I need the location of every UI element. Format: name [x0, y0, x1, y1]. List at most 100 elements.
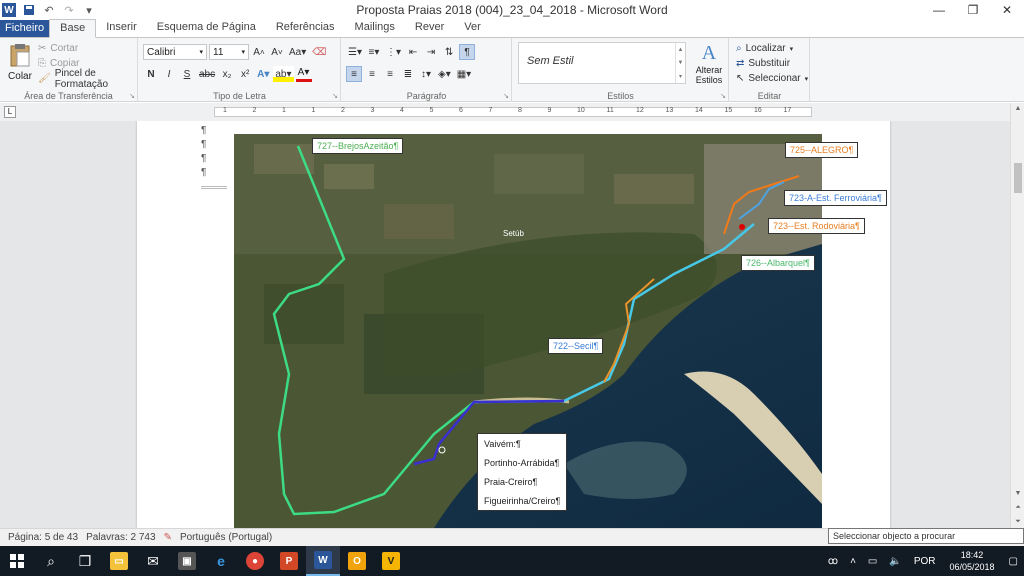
strikethrough-button[interactable]: abc — [197, 66, 217, 82]
scroll-down-icon[interactable]: ▼ — [678, 60, 684, 66]
outlook-icon[interactable]: O — [340, 546, 374, 576]
paste-button[interactable]: Colar — [6, 42, 34, 82]
align-right-icon[interactable]: ≡ — [382, 66, 398, 82]
powerpoint-icon[interactable]: P — [272, 546, 306, 576]
increase-indent-icon[interactable]: ⇥ — [423, 44, 439, 60]
page-count[interactable]: Página: 5 de 43 — [8, 532, 78, 543]
justify-icon[interactable]: ≣ — [400, 66, 416, 82]
font-color-icon[interactable]: A▾ — [295, 66, 312, 82]
tab-selector-icon[interactable]: L — [4, 106, 16, 118]
font-launcher-icon[interactable]: ↘ — [332, 92, 338, 100]
styles-scroll[interactable]: ▲ ▼ ▾ — [675, 43, 685, 83]
tab-view[interactable]: Ver — [454, 19, 491, 37]
italic-button[interactable]: I — [161, 66, 177, 82]
label-route-727[interactable]: 727--BrejosAzeitão¶ — [312, 138, 404, 154]
previous-page-icon[interactable]: ⏶ — [1011, 502, 1024, 514]
scroll-up-icon[interactable]: ▲ — [1011, 103, 1024, 115]
bold-button[interactable]: N — [143, 66, 159, 82]
label-route-723[interactable]: 723--Est. Rodoviária¶ — [768, 218, 865, 234]
font-size-combo[interactable]: 11 ▾ — [209, 44, 249, 60]
tab-review[interactable]: Rever — [405, 19, 454, 37]
subscript-button[interactable]: x₂ — [219, 66, 235, 82]
paragraph-launcher-icon[interactable]: ↘ — [503, 92, 509, 100]
close-button[interactable]: ✕ — [990, 0, 1024, 20]
tab-references[interactable]: Referências — [266, 19, 345, 37]
text-effects-icon[interactable]: A▾ — [255, 66, 271, 82]
scroll-down-icon[interactable]: ▼ — [1011, 488, 1024, 500]
more-styles-icon[interactable]: ▾ — [679, 73, 682, 80]
save-icon[interactable] — [22, 3, 36, 17]
replace-button[interactable]: ⇄ Substituir — [736, 56, 808, 71]
vertical-scrollbar[interactable]: ▲ ▼ ⏶ ⏷ — [1010, 103, 1024, 528]
borders-icon[interactable]: ▦▾ — [455, 66, 473, 82]
style-no-spacing[interactable]: Sem Estil — [527, 55, 573, 67]
redo-icon[interactable]: ↷ — [62, 3, 76, 17]
chrome-icon[interactable]: ● — [238, 546, 272, 576]
next-page-icon[interactable]: ⏷ — [1011, 516, 1024, 528]
show-marks-icon[interactable]: ¶ — [459, 44, 476, 60]
label-route-723a[interactable]: 723-A-Est. Ferroviária¶ — [784, 190, 887, 206]
customize-qat-icon[interactable]: ▾ — [82, 3, 96, 17]
word-icon[interactable]: W — [306, 546, 340, 576]
shrink-font-button[interactable]: A ˅ — [269, 44, 285, 60]
align-center-icon[interactable]: ≡ — [364, 66, 380, 82]
grow-font-button[interactable]: A ˄ — [251, 44, 267, 60]
store-icon[interactable]: ▣ — [170, 546, 204, 576]
select-button[interactable]: ↖ Seleccionar ▾ — [736, 71, 808, 86]
find-button[interactable]: ⌕ Localizar ▾ — [736, 41, 808, 56]
underline-button[interactable]: S — [179, 66, 195, 82]
word-count[interactable]: Palavras: 2 743 — [86, 532, 156, 543]
superscript-button[interactable]: x² — [237, 66, 253, 82]
line-spacing-icon[interactable]: ↕▾ — [418, 66, 434, 82]
vaivem-info-box[interactable]: Vaivém:¶ Portinho-Arrábida¶ Praia-Creiro… — [477, 433, 567, 511]
show-hidden-icons-icon[interactable]: ˄ — [844, 556, 862, 567]
decrease-indent-icon[interactable]: ⇤ — [405, 44, 421, 60]
tab-mailings[interactable]: Mailings — [345, 19, 405, 37]
language-indicator[interactable]: Português (Portugal) — [180, 532, 272, 543]
styles-gallery[interactable]: Sem Estil ▲ ▼ ▾ — [518, 42, 686, 84]
restore-button[interactable]: ❐ — [956, 0, 990, 20]
notifications-icon[interactable]: ▢ — [1003, 556, 1024, 567]
tab-file[interactable]: Ficheiro — [0, 20, 50, 37]
word-app-icon[interactable]: W — [2, 3, 16, 17]
shading-icon[interactable]: ◈▾ — [436, 66, 453, 82]
format-painter-button[interactable]: 🖌 Pincel de Formatação — [38, 68, 137, 90]
tab-home[interactable]: Base — [49, 19, 97, 38]
spelling-icon[interactable]: ✎ — [164, 532, 172, 543]
clock[interactable]: 18:42 06/05/2018 — [942, 549, 1003, 573]
tab-insert[interactable]: Inserir — [96, 19, 147, 37]
minimize-button[interactable]: — — [922, 0, 956, 20]
people-icon[interactable]: ꝏ — [822, 556, 844, 567]
start-icon[interactable] — [0, 546, 34, 576]
label-route-726[interactable]: 726--Albarquel¶ — [741, 255, 815, 271]
scrollbar-thumb[interactable] — [1014, 163, 1022, 193]
horizontal-ruler[interactable]: 1 2 1 1 2 3 4 5 6 7 8 9 10 11 12 13 14 15 16 17 — [214, 107, 812, 117]
undo-icon[interactable]: ↶ — [42, 3, 56, 17]
mail-icon[interactable]: ✉ — [136, 546, 170, 576]
file-explorer-icon[interactable]: ▭ — [102, 546, 136, 576]
label-route-722[interactable]: 722--Secil¶ — [548, 338, 604, 354]
highlight-icon[interactable]: ab▾ — [273, 66, 294, 82]
clear-formatting-icon[interactable]: ⌫ — [310, 44, 328, 60]
align-left-icon[interactable]: ≡ — [346, 66, 362, 82]
font-name-combo[interactable]: Calibri ▾ — [143, 44, 207, 60]
task-view-icon[interactable]: ❐ — [68, 546, 102, 576]
change-case-button[interactable]: Aa▾ — [287, 44, 308, 60]
edge-icon[interactable]: e — [204, 546, 238, 576]
volume-icon[interactable]: 🔈 — [883, 556, 907, 567]
cut-button[interactable]: ✂ Cortar — [38, 41, 137, 56]
styles-launcher-icon[interactable]: ↘ — [720, 92, 726, 100]
network-icon[interactable]: ▭ — [862, 556, 883, 567]
label-route-725[interactable]: 725--ALEGRO¶ — [785, 142, 859, 158]
multilevel-list-icon[interactable]: ⋮▾ — [384, 44, 403, 60]
bullets-icon[interactable]: ☰▾ — [346, 44, 364, 60]
scroll-up-icon[interactable]: ▲ — [678, 47, 684, 53]
input-language[interactable]: POR — [908, 556, 942, 567]
numbering-icon[interactable]: ≡▾ — [366, 44, 382, 60]
vectorworks-icon[interactable]: V — [374, 546, 408, 576]
sort-icon[interactable]: ⇅ — [441, 44, 457, 60]
change-styles-button[interactable]: A Alterar Estilos — [692, 42, 726, 85]
clipboard-launcher-icon[interactable]: ↘ — [129, 92, 135, 100]
search-icon[interactable]: ⌕ — [34, 546, 68, 576]
tab-page-layout[interactable]: Esquema de Página — [147, 19, 266, 37]
